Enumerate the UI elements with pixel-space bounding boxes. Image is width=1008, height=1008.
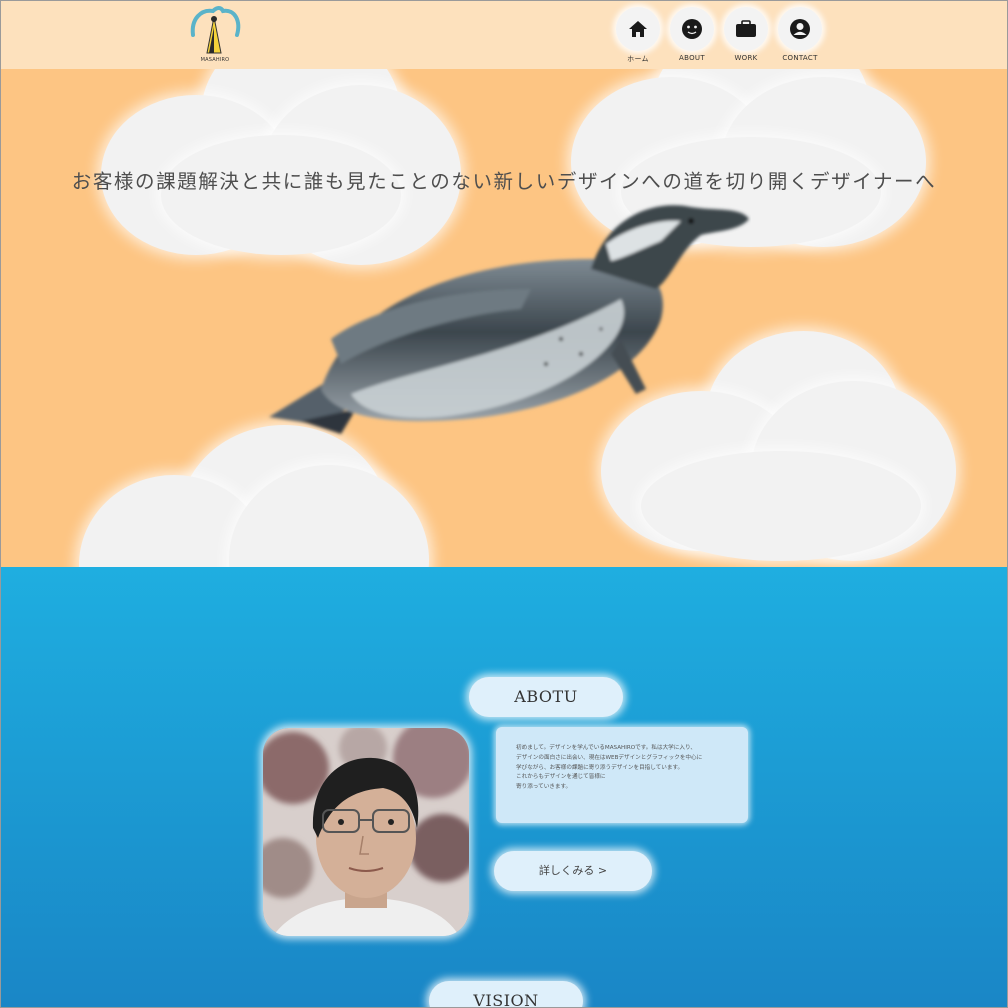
- see-more-button[interactable]: 詳しくみる >: [494, 851, 652, 891]
- profile-portrait-image: [263, 728, 469, 936]
- nav-contact-button[interactable]: [778, 7, 822, 51]
- briefcase-icon: [736, 20, 756, 37]
- bio-line: 学びながら、お客様の課題に寄り添うデザインを目指しています。: [516, 764, 684, 771]
- site-logo[interactable]: MASAHIRO: [187, 5, 243, 65]
- face-icon: [682, 19, 702, 39]
- nav-label-about: ABOUT: [679, 54, 705, 62]
- home-icon: [629, 21, 647, 37]
- hero-catchcopy: お客様の課題解決と共に誰も見たことのない新しいデザインへの道を切り開くデザイナー…: [71, 170, 937, 193]
- about-section: ABOTU 初めまして。デザインを学んでいるMASAHIROです。私は大学に入り…: [1, 567, 1007, 1007]
- nav-work-button[interactable]: [724, 7, 768, 51]
- nav-home-button[interactable]: [616, 7, 660, 51]
- profile-photo: [263, 728, 469, 936]
- nav-item-home[interactable]: ホーム: [611, 7, 665, 65]
- bio-line: 寄り添っていきます。: [516, 784, 572, 791]
- hero-section: お客様の課題解決と共に誰も見たことのない新しいデザインへの道を切り開くデザイナー…: [1, 69, 1007, 567]
- site-header: MASAHIRO ホーム ABOUT WORK CONTACT: [1, 1, 1007, 69]
- logo-text: MASAHIRO: [200, 57, 230, 63]
- penguin-image: [269, 205, 749, 434]
- cloud-bottom-left: [79, 425, 439, 567]
- nav-item-contact[interactable]: CONTACT: [773, 7, 827, 65]
- nav-item-about[interactable]: ABOUT: [665, 7, 719, 65]
- vision-heading: VISION: [429, 981, 583, 1007]
- bio-line: これからもデザインを通じて皆様に: [516, 774, 606, 781]
- nav-about-button[interactable]: [670, 7, 714, 51]
- nav-label-home: ホーム: [627, 55, 649, 63]
- user-circle-icon: [790, 19, 810, 39]
- bio-line: 初めまして。デザインを学んでいるMASAHIROです。私は大学に入り、: [516, 745, 696, 751]
- penguin-logo-icon: [190, 6, 241, 54]
- about-heading: ABOTU: [469, 677, 623, 717]
- bio-line: デザインの面白さに出会い、現在はWEBデザインとグラフィックを中心に: [516, 754, 703, 761]
- about-bio-card: 初めまして。デザインを学んでいるMASAHIROです。私は大学に入り、 デザイン…: [496, 727, 748, 823]
- nav-label-contact: CONTACT: [782, 54, 818, 62]
- nav-item-work[interactable]: WORK: [719, 7, 773, 65]
- nav-label-work: WORK: [734, 54, 758, 62]
- main-nav: ホーム ABOUT WORK CONTACT: [611, 7, 827, 65]
- page-frame: MASAHIRO ホーム ABOUT WORK CONTACT お客様の課題解決…: [0, 0, 1008, 1008]
